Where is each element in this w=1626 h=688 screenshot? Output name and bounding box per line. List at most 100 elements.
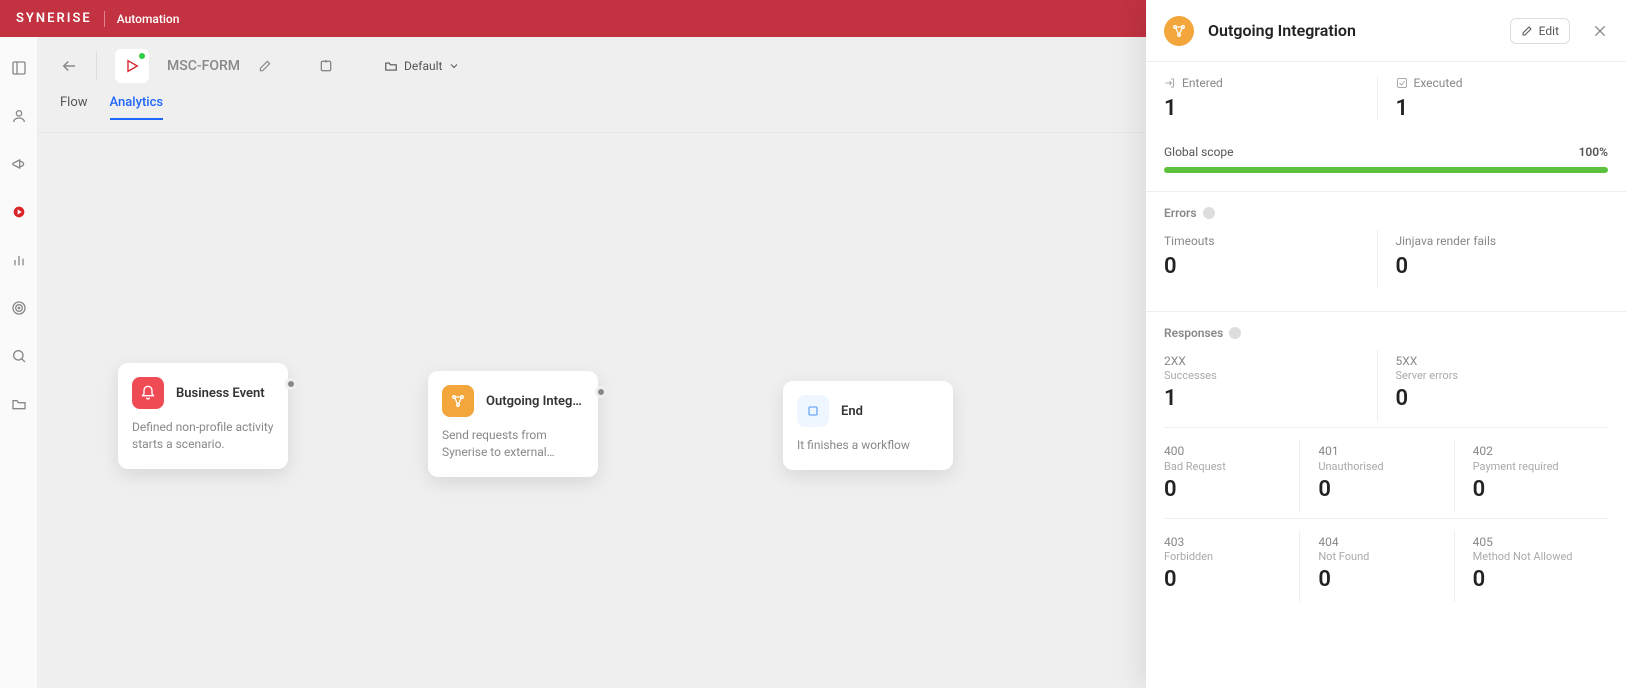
node-title: Outgoing Integr… (486, 394, 584, 409)
resp-5xx-sub: Server errors (1396, 369, 1609, 382)
scope-progress (1164, 167, 1608, 173)
resp-4xx-row1: 400 Bad Request 0 401 Unauthorised 0 402… (1164, 427, 1608, 512)
toolbar-divider (96, 52, 97, 80)
resp-405-code: 405 (1473, 535, 1608, 551)
external-icon[interactable] (318, 58, 334, 74)
search-icon[interactable] (10, 347, 28, 365)
folder-icon[interactable] (10, 395, 28, 413)
node-title: End (841, 404, 863, 419)
resp-400-cell: 400 Bad Request 0 (1164, 440, 1299, 512)
resp-2xx-value: 1 (1164, 386, 1377, 411)
close-icon[interactable] (1592, 23, 1608, 39)
resp-404-value: 0 (1318, 567, 1453, 592)
resp-405-cell: 405 Method Not Allowed 0 (1454, 531, 1608, 603)
entered-label: Entered (1182, 76, 1223, 90)
integration-icon (1164, 16, 1194, 46)
pencil-icon (1521, 25, 1533, 37)
resp-403-code: 403 (1164, 535, 1299, 551)
left-nav (0, 37, 38, 688)
folder-small-icon (384, 59, 398, 73)
responses-section: Responses 2XX Successes 1 5XX Server err… (1146, 311, 1626, 607)
entered-cell: Entered 1 (1164, 76, 1377, 121)
user-icon[interactable] (10, 107, 28, 125)
megaphone-icon[interactable] (10, 155, 28, 173)
brand-block: synerise Automation (16, 11, 179, 27)
resp-402-cell: 402 Payment required 0 (1454, 440, 1608, 512)
executed-cell: Executed 1 (1377, 76, 1609, 121)
bell-icon (132, 377, 164, 409)
enter-icon (1164, 77, 1176, 89)
edit-button[interactable]: Edit (1510, 18, 1570, 44)
module-name: Automation (117, 12, 180, 26)
executed-value: 1 (1396, 96, 1609, 121)
responses-header: Responses (1164, 326, 1223, 340)
resp-2xx-code: 2XX (1164, 354, 1377, 370)
edit-name-icon[interactable] (258, 59, 272, 73)
resp-401-cell: 401 Unauthorised 0 (1299, 440, 1453, 512)
folder-label: Default (404, 59, 442, 73)
errors-section: Errors Timeouts 0 Jinjava render fails 0 (1146, 191, 1626, 293)
node-outgoing-integration[interactable]: Outgoing Integr… Send requests from Syne… (428, 371, 598, 477)
resp-2xx-cell: 2XX Successes 1 (1164, 350, 1377, 422)
timeouts-label: Timeouts (1164, 234, 1377, 250)
panel-header: Outgoing Integration Edit (1146, 0, 1626, 62)
resp-4xx-row2: 403 Forbidden 0 404 Not Found 0 405 Meth… (1164, 518, 1608, 603)
folder-picker[interactable]: Default (384, 59, 460, 73)
scope-block: Global scope 100% (1146, 139, 1626, 173)
resp-402-code: 402 (1473, 444, 1608, 460)
edit-label: Edit (1539, 24, 1559, 38)
resp-404-code: 404 (1318, 535, 1453, 551)
resp-405-value: 0 (1473, 567, 1608, 592)
node-desc: Send requests from Synerise to external… (442, 427, 584, 461)
resp-400-sub: Bad Request (1164, 460, 1299, 473)
connectors (38, 133, 338, 283)
entered-value: 1 (1164, 96, 1377, 121)
resp-401-code: 401 (1318, 444, 1453, 460)
details-panel: Outgoing Integration Edit Entered 1 Exec… (1146, 0, 1626, 688)
resp-404-cell: 404 Not Found 0 (1299, 531, 1453, 603)
scope-percent: 100% (1579, 145, 1608, 159)
info-icon[interactable] (1203, 207, 1215, 219)
resp-2xx-sub: Successes (1164, 369, 1377, 382)
run-button[interactable] (115, 49, 149, 83)
jinja-cell: Jinjava render fails 0 (1377, 230, 1609, 289)
tab-flow[interactable]: Flow (60, 95, 88, 120)
resp-403-sub: Forbidden (1164, 550, 1299, 563)
layout-icon[interactable] (10, 59, 28, 77)
jinja-value: 0 (1396, 254, 1609, 279)
resp-402-sub: Payment required (1473, 460, 1608, 473)
errors-header: Errors (1164, 206, 1197, 220)
timeouts-value: 0 (1164, 254, 1377, 279)
brand-divider (104, 11, 105, 27)
scope-label: Global scope (1164, 145, 1234, 159)
output-port[interactable] (288, 381, 294, 387)
resp-400-value: 0 (1164, 477, 1299, 502)
chevron-down-icon (448, 60, 460, 72)
tab-analytics[interactable]: Analytics (110, 95, 164, 120)
chart-icon[interactable] (10, 251, 28, 269)
automation-icon[interactable] (10, 203, 28, 221)
resp-403-cell: 403 Forbidden 0 (1164, 531, 1299, 603)
resp-401-sub: Unauthorised (1318, 460, 1453, 473)
panel-body[interactable]: Entered 1 Executed 1 Global scope 100% E… (1146, 62, 1626, 688)
resp-401-value: 0 (1318, 477, 1453, 502)
target-icon[interactable] (10, 299, 28, 317)
resp-404-sub: Not Found (1318, 550, 1453, 563)
resp-405-sub: Method Not Allowed (1473, 550, 1608, 563)
logo[interactable]: synerise (16, 11, 92, 26)
info-icon[interactable] (1229, 327, 1241, 339)
executed-label: Executed (1414, 76, 1463, 90)
node-desc: Defined non-profile activity starts a sc… (132, 419, 274, 453)
summary-row: Entered 1 Executed 1 (1146, 62, 1626, 139)
resp-5xx-value: 0 (1396, 386, 1609, 411)
timeouts-cell: Timeouts 0 (1164, 230, 1377, 289)
node-end[interactable]: End It finishes a workflow (783, 381, 953, 470)
resp-403-value: 0 (1164, 567, 1299, 592)
workflow-name: MSC-FORM (167, 58, 240, 74)
output-port[interactable] (598, 389, 604, 395)
back-icon[interactable] (60, 57, 78, 75)
node-business-event[interactable]: Business Event Defined non-profile activ… (118, 363, 288, 469)
check-icon (1396, 77, 1408, 89)
node-title: Business Event (176, 386, 265, 401)
stop-icon (797, 395, 829, 427)
